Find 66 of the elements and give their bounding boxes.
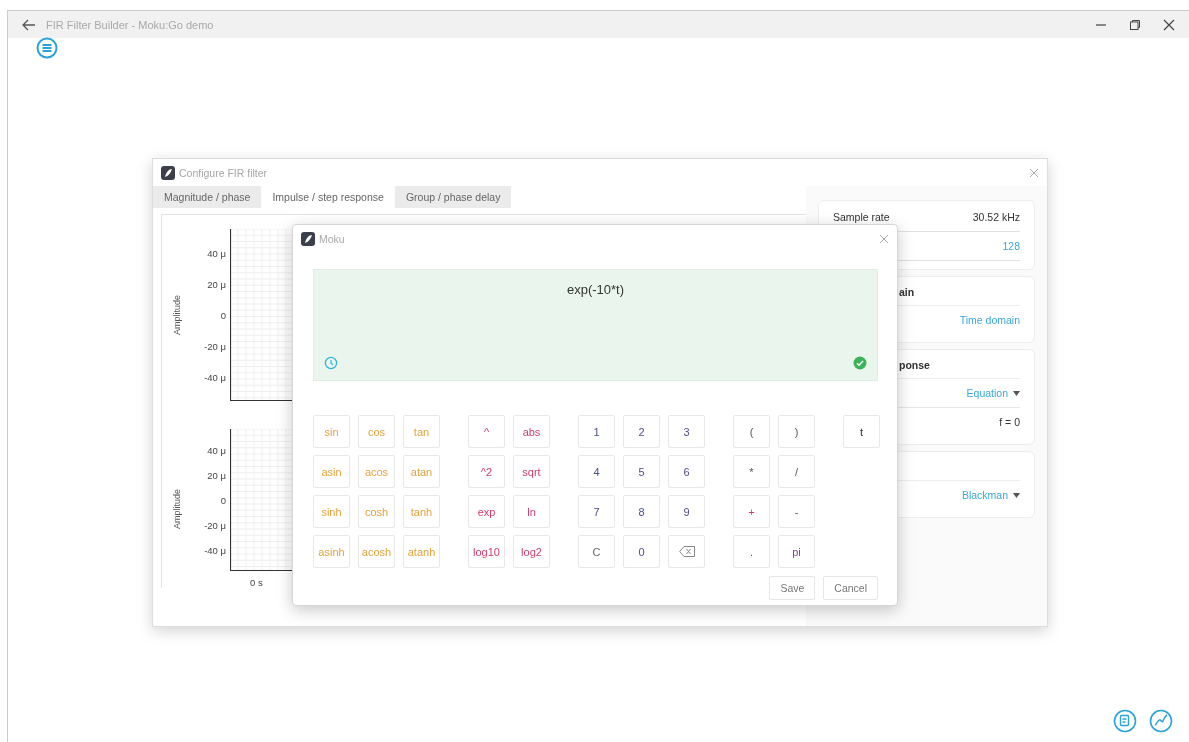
key-button[interactable]: log10 — [468, 535, 505, 568]
notes-icon[interactable] — [1113, 709, 1137, 733]
tick-label: 0 — [220, 494, 226, 508]
setting-label: Sample rate — [833, 211, 890, 223]
key-button[interactable]: exp — [468, 495, 505, 528]
dropdown[interactable]: Equation — [966, 387, 1020, 399]
history-icon[interactable] — [324, 356, 338, 370]
expression-text: exp(-10*t) — [566, 282, 625, 299]
tick-label: -20 μ — [204, 340, 226, 354]
key-button[interactable]: 9 — [668, 495, 705, 528]
key-button[interactable]: 2 — [623, 415, 660, 448]
setting-link[interactable]: Time domain — [959, 314, 1020, 326]
setting-value: 30.52 kHz — [972, 211, 1020, 223]
close-icon[interactable] — [1163, 18, 1175, 31]
back-icon[interactable] — [22, 18, 36, 31]
key-button[interactable]: ( — [733, 415, 770, 448]
caret-icon — [1013, 492, 1020, 498]
backspace-icon — [678, 546, 695, 557]
key-button[interactable]: 4 — [578, 455, 615, 488]
axis-label: Amplitude — [172, 488, 182, 529]
key-button[interactable]: 3 — [668, 415, 705, 448]
dropdown[interactable]: Blackman — [961, 489, 1020, 501]
key-button[interactable]: 0 — [623, 535, 660, 568]
window-title: FIR Filter Builder - Moku:Go demo — [46, 18, 215, 31]
key-button[interactable]: pi — [778, 535, 815, 568]
tick-label: -40 μ — [204, 371, 226, 385]
logo-icon — [161, 165, 175, 180]
setting-link[interactable]: 128 — [1002, 240, 1020, 252]
dialog-button[interactable]: Cancel — [823, 576, 878, 600]
key-button[interactable]: ^ — [468, 415, 505, 448]
tick-label: -20 μ — [204, 519, 226, 533]
axis-label: Amplitude — [172, 295, 182, 335]
dialog-title: Configure FIR filter — [179, 166, 269, 179]
menu-icon[interactable] — [36, 37, 58, 59]
key-button[interactable]: / — [778, 455, 815, 488]
tab[interactable]: Impulse / step response — [261, 186, 395, 208]
tick-label: 20 μ — [207, 278, 226, 292]
key-button[interactable]: 1 — [578, 415, 615, 448]
key-button[interactable]: ln — [513, 495, 550, 528]
key-button[interactable]: ^2 — [468, 455, 505, 488]
dialog-button[interactable]: Save — [769, 576, 816, 600]
tick-label: -40 μ — [204, 544, 226, 558]
key-button[interactable]: log2 — [513, 535, 550, 568]
setting-value: f = 0 — [999, 416, 1020, 428]
tick-label: 20 μ — [207, 469, 226, 483]
key-button[interactable]: - — [778, 495, 815, 528]
key-button[interactable]: 5 — [623, 455, 660, 488]
key-button[interactable]: * — [733, 455, 770, 488]
dialog-title: Moku — [319, 233, 346, 245]
key-button[interactable]: C — [578, 535, 615, 568]
key-button[interactable]: ) — [778, 415, 815, 448]
tick-label: 40 μ — [207, 247, 226, 261]
key-button[interactable]: 7 — [578, 495, 615, 528]
key-button[interactable]: 6 — [668, 455, 705, 488]
backspace-button[interactable] — [668, 535, 705, 568]
logo-icon — [301, 232, 315, 246]
key-button[interactable]: + — [733, 495, 770, 528]
restore-icon[interactable] — [1129, 18, 1141, 31]
key-button[interactable]: 8 — [623, 495, 660, 528]
key-button[interactable]: . — [733, 535, 770, 568]
tick-label: 0 — [220, 309, 226, 323]
caret-icon — [1013, 390, 1020, 396]
key-button[interactable]: sqrt — [513, 455, 550, 488]
key-button[interactable]: abs — [513, 415, 550, 448]
tick-label: 40 μ — [207, 444, 226, 458]
key-button[interactable]: t — [843, 415, 880, 448]
